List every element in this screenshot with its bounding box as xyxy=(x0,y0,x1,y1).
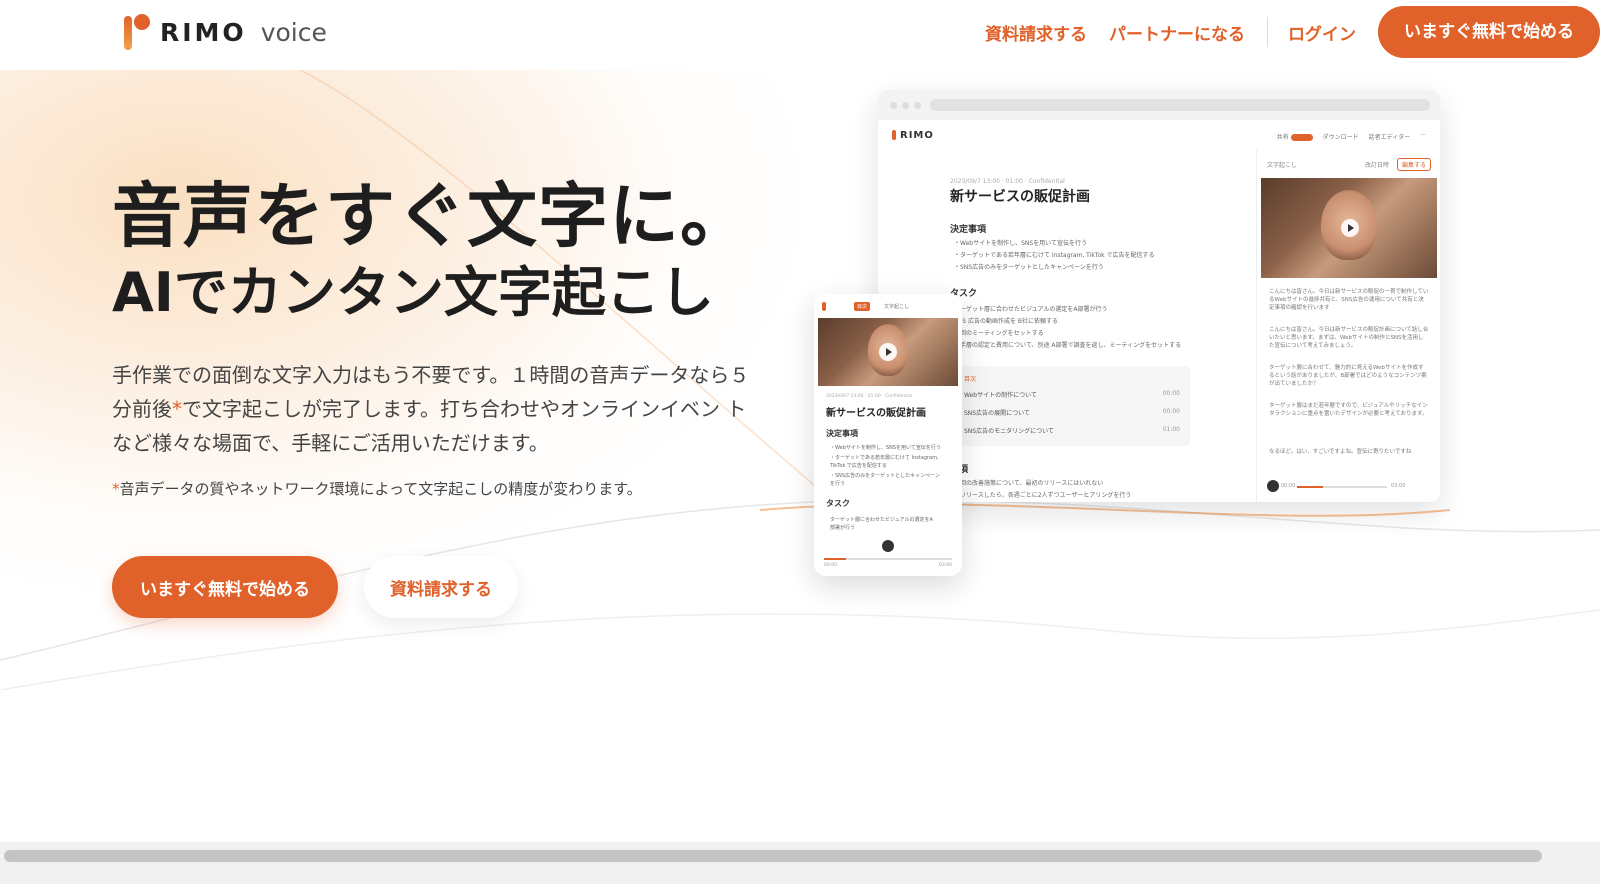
mobile-tab-active: 目次 xyxy=(854,302,871,311)
mock-transcript-text: なるほど。はい、すごいですよね。宣伝に寄りたいですね xyxy=(1269,449,1412,455)
mobile-app-mockup: 目次 文字起こし 2023/09/7 13:00 · 01:00 · Confi… xyxy=(814,294,962,576)
mock-transcript-text: こんにちは皆さん。今日は新サービスの販促計画について話し合いたいと思います。まず… xyxy=(1269,327,1429,349)
player-progress xyxy=(1297,486,1323,488)
mock-audio-player: 00:00 03:00 xyxy=(1267,480,1431,494)
browser-chrome xyxy=(878,90,1440,120)
mock-meta: 2023/09/7 13:00 · 01:00 · Confidential xyxy=(950,178,1065,185)
mobile-task-item: 部署が行う xyxy=(830,525,856,531)
hero-description-asterisk: * xyxy=(172,397,182,421)
hero-start-free-button[interactable]: いますぐ無料で始める xyxy=(112,556,338,618)
play-icon xyxy=(1267,480,1279,492)
mock-decisions-heading: 決定事項 xyxy=(950,225,987,235)
horizontal-scrollbar[interactable] xyxy=(0,842,1600,884)
logo-mark-icon xyxy=(122,12,152,52)
window-dot xyxy=(902,102,909,109)
mock-share-label: 共有 xyxy=(1277,132,1313,141)
hero-description-part2: で文字起こしが完了します。打ち合わせやオンラインイベン トなど様々な場面で、手軽… xyxy=(112,397,747,455)
footnote-text: 音声データの質やネットワーク環境によって文字起こしの精度が変わります。 xyxy=(119,480,642,498)
play-icon xyxy=(879,343,897,361)
mobile-player-progress xyxy=(824,558,846,560)
mock-toc-row: SNS広告のモニタリングについて xyxy=(964,428,1054,435)
mobile-tasks-heading: タスク xyxy=(826,499,850,508)
mock-task-item: 若手層の認定と費用について、別途 A部署で調査を返し、ミーティングをセットする xyxy=(954,342,1182,349)
play-icon xyxy=(1341,219,1359,237)
hero-title: 音声をすぐ文字に。 xyxy=(112,175,751,257)
mobile-decisions-heading: 決定事項 xyxy=(826,429,858,438)
logo-subtext: voice xyxy=(260,17,327,47)
mock-transcript-text: こんにちは皆さん。今日は新サービスの販促の一貫で制作しているWebサイトの進捗共… xyxy=(1269,289,1429,311)
mock-logo: RIMO xyxy=(892,130,934,141)
mock-toc-label: 目次 xyxy=(964,376,977,383)
mock-toc-table: 目次 Webサイトの制作について 00:00 SNS広告の展開について 00:0… xyxy=(956,366,1190,446)
mobile-time-end: 03:00 xyxy=(939,563,952,568)
mock-edit-button: 編集する xyxy=(1396,158,1431,171)
mock-transcript-panel: 文字起こし 改訂日時 編集する こんにちは皆さん。今日は新サービスの販促の一貫で… xyxy=(1256,150,1440,502)
mobile-decision-item: TikTok で広告を配信する xyxy=(830,463,887,469)
mock-download-label: ダウンロード xyxy=(1322,134,1359,141)
mock-items-line: 新リリースしたら、各週ごとに2人ずつユーザーヒアリングを行う xyxy=(954,492,1132,499)
mobile-decision-item: ・ターゲットである若年層にむけて Instagram, xyxy=(830,455,939,461)
mobile-doc-title: 新サービスの販促計画 xyxy=(826,408,926,419)
mock-more-icon: ··· xyxy=(1420,132,1426,139)
mobile-decision-item: を行う xyxy=(830,481,846,487)
desktop-app-mockup: RIMO 共有 ダウンロード 話者エディター ··· 2023/09/7 13:… xyxy=(878,90,1440,502)
mobile-decision-item: ・Webサイトを制作し、SNSを用いて宣伝を行う xyxy=(830,445,941,451)
mobile-time-start: 00:00 xyxy=(824,563,837,568)
mock-task-item: 次回のミーティングをセットする xyxy=(954,330,1044,337)
mock-decision-item: ・Webサイトを制作し、SNSを用いて宣伝を行う xyxy=(954,240,1088,247)
mock-toolbar: 共有 ダウンロード 話者エディター ··· xyxy=(1277,132,1426,141)
mobile-meta: 2023/09/7 13:00 · 01:00 · Confidential xyxy=(826,394,913,399)
mock-task-item: ターゲット層に合わせたビジュアルの選定をA部署が行う xyxy=(954,306,1108,313)
window-dot xyxy=(890,102,897,109)
scrollbar-thumb[interactable] xyxy=(4,850,1542,862)
site-header: RIMO voice 資料請求する パートナーになる ログイン いますぐ無料で始… xyxy=(0,0,1600,68)
mobile-audio-player: 00:00 03:00 xyxy=(824,540,952,570)
play-icon xyxy=(882,540,894,552)
header-nav: 資料請求する パートナーになる ログイン いますぐ無料で始める xyxy=(985,6,1600,58)
nav-divider xyxy=(1267,17,1268,47)
mobile-logo-mark xyxy=(822,302,826,311)
mock-transcript-heading: 文字起こし xyxy=(1267,162,1298,169)
mock-transcript-mode: 改訂日時 xyxy=(1365,162,1390,169)
hero-request-docs-button[interactable]: 資料請求する xyxy=(364,556,518,618)
rimo-voice-logo[interactable]: RIMO voice xyxy=(122,12,327,52)
hero-footnote: *音声データの質やネットワーク環境によって文字起こしの精度が変わります。 xyxy=(112,478,642,499)
mock-doc-title: 新サービスの販促計画 xyxy=(950,189,1090,205)
mock-toc-row: SNS広告の展開について xyxy=(964,410,1030,417)
mock-toc-row: Webサイトの制作について xyxy=(964,392,1037,399)
mobile-task-item: ターゲット層に合わせたビジュアルの選定をA xyxy=(830,517,933,523)
nav-request-docs-link[interactable]: 資料請求する xyxy=(985,20,1087,45)
mock-task-item: SNS 広告の動画作成を B社に依頼する xyxy=(954,318,1059,325)
mock-transcript-text: ターゲット層に合わせて、魅力的に見えるWebサイトを作成するという話がありました… xyxy=(1269,365,1427,387)
address-bar xyxy=(930,99,1430,111)
mobile-decision-item: ・SNS広告のみをターゲットとしたキャンペーン xyxy=(830,473,940,479)
mock-decision-item: ・ターゲットである若年層にむけて Instagram, TikTok で広告を配… xyxy=(954,252,1155,259)
mock-toc-time: 00:00 xyxy=(1162,390,1180,397)
window-dot xyxy=(914,102,921,109)
mobile-video-thumbnail xyxy=(818,318,958,386)
mock-video-thumbnail xyxy=(1261,178,1437,278)
nav-partner-link[interactable]: パートナーになる xyxy=(1109,20,1245,45)
logo-text: RIMO xyxy=(160,17,247,47)
mock-speaker-editor-label: 話者エディター xyxy=(1368,134,1411,141)
mock-toc-time: 01:00 xyxy=(1162,426,1180,433)
player-time-start: 00:00 xyxy=(1281,483,1296,489)
mobile-tab: 文字起こし xyxy=(884,304,910,310)
header-start-free-button[interactable]: いますぐ無料で始める xyxy=(1378,6,1600,58)
player-time-end: 03:00 xyxy=(1391,483,1406,489)
footnote-asterisk: * xyxy=(112,480,120,498)
mock-items-line: 次回の改善施策について、最初のリリースにはいれない xyxy=(954,480,1104,487)
hero-description: 手作業での面倒な文字入力はもう不要です。１時間の音声データなら５分前後*で文字起… xyxy=(112,358,752,460)
nav-login-link[interactable]: ログイン xyxy=(1288,20,1356,45)
mock-decision-item: ・SNS広告のみをターゲットとしたキャンペーンを行う xyxy=(954,264,1104,271)
mock-transcript-text: ターゲット層はまだ若年層ですので、ビジュアルやリッチなインタラクションに重点を置… xyxy=(1269,403,1428,417)
mock-toc-time: 00:00 xyxy=(1162,408,1180,415)
hero-subtitle: AIでカンタン文字起こし xyxy=(112,261,714,324)
